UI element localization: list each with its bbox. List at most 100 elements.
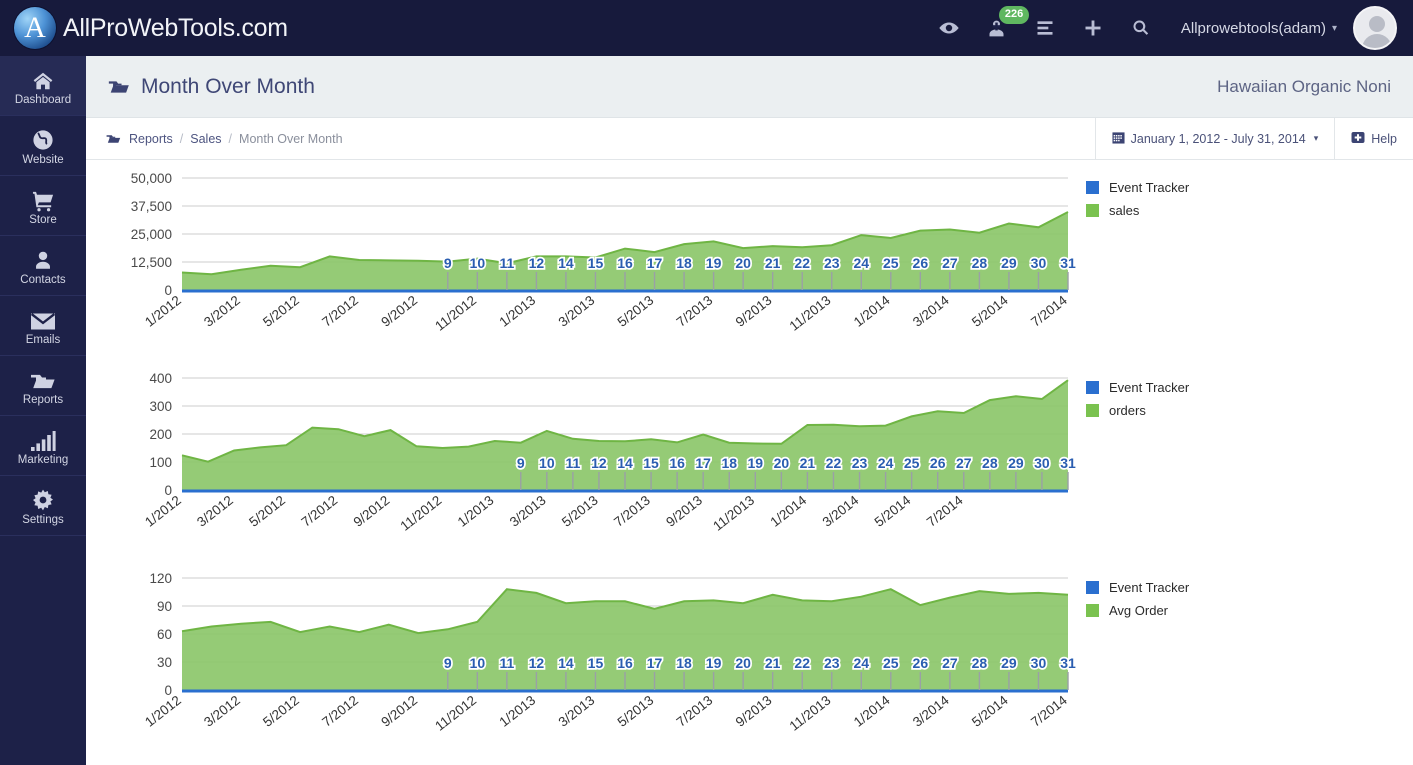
event-marker-label[interactable]: 18 [676, 255, 692, 271]
event-marker-label[interactable]: 20 [774, 455, 790, 471]
legend-item[interactable]: Avg Order [1086, 599, 1189, 622]
event-marker-label[interactable]: 11 [565, 455, 580, 471]
event-marker-label[interactable]: 23 [824, 655, 840, 671]
legend-item[interactable]: sales [1086, 199, 1189, 222]
event-marker-label[interactable]: 15 [643, 455, 659, 471]
event-marker-label[interactable]: 24 [878, 455, 894, 471]
event-marker-label[interactable]: 22 [794, 655, 810, 671]
event-marker-label[interactable]: 29 [1001, 255, 1017, 271]
event-marker-label[interactable]: 19 [706, 655, 722, 671]
breadcrumb-item-reports[interactable]: Reports [129, 132, 173, 146]
event-marker-label[interactable]: 24 [853, 655, 869, 671]
event-marker-label[interactable]: 28 [982, 455, 998, 471]
event-marker-label[interactable]: 30 [1031, 655, 1047, 671]
event-marker-label[interactable]: 29 [1001, 655, 1017, 671]
event-marker-label[interactable]: 28 [972, 255, 988, 271]
event-marker-label[interactable]: 9 [444, 655, 452, 671]
event-marker-label[interactable]: 11 [499, 255, 514, 271]
legend-item[interactable]: Event Tracker [1086, 376, 1189, 399]
sidebar-item-store[interactable]: Store [0, 176, 86, 236]
event-marker-label[interactable]: 23 [852, 455, 868, 471]
x-axis-tick-label: 5/2014 [969, 692, 1011, 730]
event-marker-label[interactable]: 12 [529, 655, 545, 671]
event-marker-label[interactable]: 12 [591, 455, 607, 471]
event-marker-label[interactable]: 20 [735, 655, 751, 671]
event-marker-label[interactable]: 25 [883, 255, 899, 271]
event-marker-label[interactable]: 30 [1031, 255, 1047, 271]
event-marker-label[interactable]: 14 [558, 255, 574, 271]
x-axis-tick-label: 7/2014 [924, 492, 966, 530]
eye-icon[interactable] [925, 0, 973, 56]
event-marker-label[interactable]: 16 [617, 255, 633, 271]
event-marker-label[interactable]: 27 [942, 655, 958, 671]
sidebar-item-emails[interactable]: Emails [0, 296, 86, 356]
event-marker-label[interactable]: 26 [913, 255, 929, 271]
legend-label: sales [1109, 203, 1140, 218]
sidebar-item-website[interactable]: Website [0, 116, 86, 176]
breadcrumb-item-sales[interactable]: Sales [190, 132, 221, 146]
event-marker-label[interactable]: 17 [647, 655, 663, 671]
legend-item[interactable]: Event Tracker [1086, 576, 1189, 599]
event-marker-label[interactable]: 14 [617, 455, 633, 471]
event-marker-label[interactable]: 12 [529, 255, 545, 271]
event-marker-label[interactable]: 31 [1060, 455, 1076, 471]
plus-icon[interactable] [1069, 0, 1117, 56]
event-marker-label[interactable]: 24 [853, 255, 869, 271]
event-marker-label[interactable]: 20 [735, 255, 751, 271]
visitor-tracker-icon[interactable]: 226 [973, 0, 1030, 56]
x-axis-tick-label: 9/2013 [733, 293, 775, 330]
event-marker-label[interactable]: 14 [558, 655, 574, 671]
event-marker-label[interactable]: 26 [913, 655, 929, 671]
event-marker-label[interactable]: 16 [617, 655, 633, 671]
event-marker-label[interactable]: 9 [517, 455, 525, 471]
event-marker-label[interactable]: 29 [1008, 455, 1024, 471]
event-marker-label[interactable]: 15 [588, 255, 604, 271]
user-menu-button[interactable]: Allprowebtools(adam) ▾ [1181, 20, 1337, 37]
help-button[interactable]: Help [1334, 118, 1413, 159]
event-marker-label[interactable]: 18 [676, 655, 692, 671]
event-marker-label[interactable]: 16 [669, 455, 685, 471]
event-marker-label[interactable]: 10 [470, 655, 486, 671]
chart-orders[interactable]: 0 100 200 300 400 9 9 10 10 11 11 12 12 14 14 15 15 16 16 1… [86, 360, 1086, 565]
sidebar-item-dashboard[interactable]: Dashboard [0, 56, 86, 116]
event-marker-label[interactable]: 22 [794, 255, 810, 271]
event-marker-label[interactable]: 31 [1060, 255, 1076, 271]
event-marker-label[interactable]: 15 [588, 655, 604, 671]
legend-item[interactable]: orders [1086, 399, 1189, 422]
event-marker-label[interactable]: 21 [765, 655, 781, 671]
date-range-picker[interactable]: January 1, 2012 - July 31, 2014 ▾ [1094, 118, 1335, 159]
event-marker-label[interactable]: 25 [883, 655, 899, 671]
event-marker-label[interactable]: 28 [972, 655, 988, 671]
event-marker-label[interactable]: 21 [800, 455, 816, 471]
avatar[interactable] [1353, 6, 1397, 50]
event-marker-label[interactable]: 30 [1034, 455, 1050, 471]
event-marker-label[interactable]: 19 [748, 455, 764, 471]
event-marker-label[interactable]: 10 [539, 455, 555, 471]
event-marker-label[interactable]: 18 [721, 455, 737, 471]
event-marker-label[interactable]: 27 [956, 455, 972, 471]
chart-avg-order[interactable]: 0 30 60 90 120 9 9 10 10 11 11 12 12 14 14 15 15 16 16 17 17… [86, 560, 1086, 765]
event-marker-label[interactable]: 11 [499, 655, 514, 671]
event-marker-label[interactable]: 9 [444, 255, 452, 271]
list-icon[interactable] [1021, 0, 1069, 56]
sidebar-item-settings[interactable]: Settings [0, 476, 86, 536]
brand-logo-area[interactable]: A AllProWebTools.com [0, 7, 330, 49]
event-marker-label[interactable]: 27 [942, 255, 958, 271]
chart-sales[interactable]: 0 12,500 25,000 37,500 50,000 9 9 10 10 11 11 12 12 1… [86, 160, 1086, 365]
event-marker-label[interactable]: 23 [824, 255, 840, 271]
event-marker-label[interactable]: 19 [706, 255, 722, 271]
event-marker-label[interactable]: 17 [695, 455, 711, 471]
event-marker-label[interactable]: 10 [470, 255, 486, 271]
event-marker-label[interactable]: 26 [930, 455, 946, 471]
person-icon [32, 246, 54, 272]
event-marker-label[interactable]: 31 [1060, 655, 1076, 671]
sidebar-item-contacts[interactable]: Contacts [0, 236, 86, 296]
sidebar-item-reports[interactable]: Reports [0, 356, 86, 416]
event-marker-label[interactable]: 21 [765, 255, 781, 271]
search-icon[interactable] [1117, 0, 1165, 56]
event-marker-label[interactable]: 22 [826, 455, 842, 471]
event-marker-label[interactable]: 17 [647, 255, 663, 271]
event-marker-label[interactable]: 25 [904, 455, 920, 471]
legend-item[interactable]: Event Tracker [1086, 176, 1189, 199]
sidebar-item-marketing[interactable]: Marketing [0, 416, 86, 476]
